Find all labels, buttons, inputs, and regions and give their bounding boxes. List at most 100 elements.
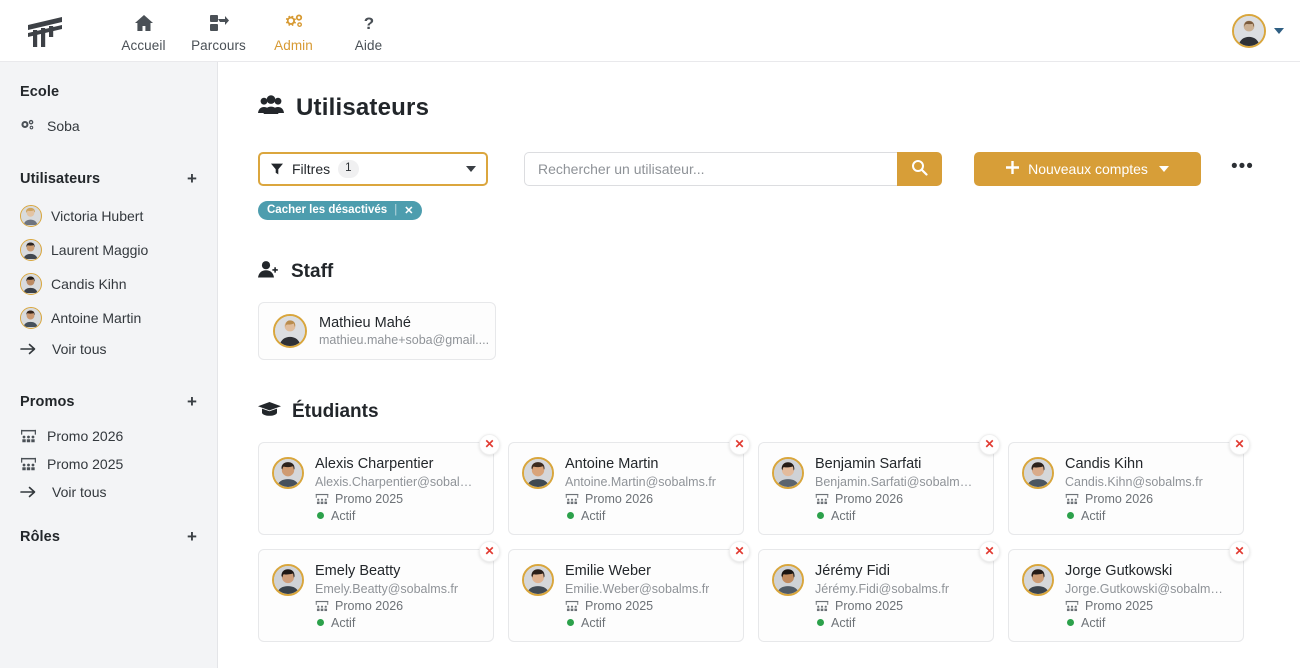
classroom-icon: [815, 493, 829, 505]
student-email: Benjamin.Sarfati@sobalms.fr: [815, 474, 977, 489]
avatar: [1022, 456, 1054, 489]
plus-icon: [1006, 161, 1020, 177]
student-promo-label: Promo 2026: [585, 491, 654, 506]
section-heading-etudiants: Étudiants: [258, 400, 1300, 424]
main-nav-items: Accueil Parcours Admin ? Aide: [106, 8, 406, 53]
sidebar-item-promo-2025[interactable]: Promo 2025: [20, 450, 197, 478]
sidebar-section-utilisateurs: Utilisateurs + Victoria Hubert Laurent M…: [0, 170, 217, 363]
student-card[interactable]: Jorge Gutkowski Jorge.Gutkowski@sobalms.…: [1008, 540, 1250, 642]
delete-student-button[interactable]: ✕: [729, 540, 750, 562]
student-card[interactable]: Benjamin Sarfati Benjamin.Sarfati@sobalm…: [758, 433, 1000, 535]
filters-count-badge: 1: [338, 160, 359, 178]
avatar: [20, 307, 42, 329]
sidebar-section-promos: Promos + Promo 2026 Promo 2025 Voir tous: [0, 393, 217, 506]
sidebar-item-label: Antoine Martin: [51, 310, 142, 326]
nav-item-admin[interactable]: Admin: [256, 8, 331, 53]
student-promo-label: Promo 2026: [835, 491, 904, 506]
avatar[interactable]: [1232, 13, 1266, 48]
student-email: Jérémy.Fidi@sobalms.fr: [815, 581, 950, 596]
sidebar-item-antoine-martin[interactable]: Antoine Martin: [20, 301, 197, 335]
classroom-icon: [1065, 600, 1079, 612]
student-card[interactable]: Candis Kihn Candis.Kihn@sobalms.fr Promo…: [1008, 433, 1250, 535]
nav-label-admin: Admin: [274, 38, 313, 53]
classroom-icon: [815, 600, 829, 612]
close-icon[interactable]: ✕: [404, 204, 413, 217]
add-role-button[interactable]: +: [187, 528, 197, 545]
filter-chip-label: Cacher les désactivés: [267, 204, 388, 216]
sidebar-item-label: Voir tous: [52, 341, 107, 357]
filter-chip-cacher-les-desactives[interactable]: Cacher les désactivés | ✕: [258, 200, 423, 220]
section-heading-label: Staff: [291, 260, 334, 282]
student-name: Jorge Gutkowski: [1065, 562, 1173, 579]
student-promo-label: Promo 2025: [1085, 598, 1154, 613]
avatar: [522, 456, 554, 489]
add-user-button[interactable]: +: [187, 170, 197, 187]
new-accounts-label: Nouveaux comptes: [1028, 161, 1148, 177]
classroom-icon: [20, 457, 38, 471]
toolbar: Filtres 1 Nouveaux comptes •••: [258, 152, 1300, 186]
sidebar-item-victoria-hubert[interactable]: Victoria Hubert: [20, 199, 197, 233]
status-dot-icon: [817, 512, 824, 520]
sidebar-item-promo-2026[interactable]: Promo 2026: [20, 422, 197, 450]
delete-student-button[interactable]: ✕: [979, 433, 1000, 455]
add-promo-button[interactable]: +: [187, 393, 197, 410]
sidebar-item-label: Promo 2026: [47, 428, 124, 444]
student-promo: Promo 2025: [565, 599, 709, 613]
search-input[interactable]: [524, 152, 897, 186]
main-content: Utilisateurs Filtres 1 Nouveaux comptes: [218, 62, 1300, 668]
sidebar-item-laurent-maggio[interactable]: Laurent Maggio: [20, 233, 197, 267]
classroom-icon: [315, 493, 329, 505]
delete-student-button[interactable]: ✕: [1229, 540, 1250, 562]
filters-dropdown-button[interactable]: Filtres 1: [258, 152, 488, 186]
delete-student-button[interactable]: ✕: [479, 433, 500, 455]
sidebar-heading-promos: Promos +: [20, 393, 197, 410]
avatar: [272, 456, 304, 489]
new-accounts-button[interactable]: Nouveaux comptes: [974, 152, 1201, 186]
status-dot-icon: [1067, 512, 1074, 520]
student-card[interactable]: Emilie Weber Emilie.Weber@sobalms.fr Pro…: [508, 540, 750, 642]
nav-item-aide[interactable]: ? Aide: [331, 8, 406, 53]
student-card-info: Emilie Weber Emilie.Weber@sobalms.fr Pro…: [565, 562, 709, 630]
student-card[interactable]: Emely Beatty Emely.Beatty@sobalms.fr Pro…: [258, 540, 500, 642]
student-card[interactable]: Jérémy Fidi Jérémy.Fidi@sobalms.fr Promo…: [758, 540, 1000, 642]
active-filters-row: Cacher les désactivés | ✕: [258, 200, 1300, 220]
question-icon: ?: [361, 12, 377, 34]
staff-card[interactable]: Mathieu Mahé mathieu.mahe+soba@gmail....: [258, 301, 496, 360]
filters-label: Filtres: [292, 161, 331, 177]
sidebar-item-soba[interactable]: Soba: [20, 112, 197, 140]
search-icon: [911, 159, 928, 179]
sidebar-item-candis-kihn[interactable]: Candis Kihn: [20, 267, 197, 301]
status-badge: Actif: [331, 615, 356, 630]
soba-logo-icon[interactable]: [14, 14, 76, 48]
student-status: Actif: [565, 616, 709, 630]
delete-student-button[interactable]: ✕: [479, 540, 500, 562]
more-options-button[interactable]: •••: [1231, 157, 1254, 182]
student-promo: Promo 2026: [315, 599, 458, 613]
classroom-icon: [565, 493, 579, 505]
sidebar-promos-see-all[interactable]: Voir tous: [20, 478, 197, 506]
student-promo: Promo 2025: [315, 492, 477, 506]
status-badge: Actif: [831, 508, 856, 523]
student-card-info: Jérémy Fidi Jérémy.Fidi@sobalms.fr Promo…: [815, 562, 949, 630]
delete-student-button[interactable]: ✕: [729, 433, 750, 455]
section-heading-label: Étudiants: [292, 400, 379, 422]
nav-label-accueil: Accueil: [121, 38, 166, 53]
nav-item-accueil[interactable]: Accueil: [106, 8, 181, 53]
student-card[interactable]: Antoine Martin Antoine.Martin@sobalms.fr…: [508, 433, 750, 535]
search-submit-button[interactable]: [897, 152, 942, 186]
nav-item-parcours[interactable]: Parcours: [181, 8, 256, 53]
delete-student-button[interactable]: ✕: [1229, 433, 1250, 455]
sidebar-users-see-all[interactable]: Voir tous: [20, 335, 197, 363]
sidebar: Ecole Soba Utilisateurs + Victoria Huber…: [0, 62, 218, 668]
status-dot-icon: [317, 512, 324, 520]
student-card[interactable]: Alexis Charpentier Alexis.Charpentier@so…: [258, 433, 500, 535]
user-menu-caret-down-icon[interactable]: [1274, 27, 1284, 34]
avatar: [522, 563, 554, 596]
status-dot-icon: [1067, 619, 1074, 627]
avatar: [1022, 563, 1054, 596]
sidebar-section-ecole: Ecole Soba: [0, 84, 217, 140]
delete-student-button[interactable]: ✕: [979, 540, 1000, 562]
student-promo-label: Promo 2025: [835, 598, 904, 613]
student-email: Emely.Beatty@sobalms.fr: [315, 581, 459, 596]
